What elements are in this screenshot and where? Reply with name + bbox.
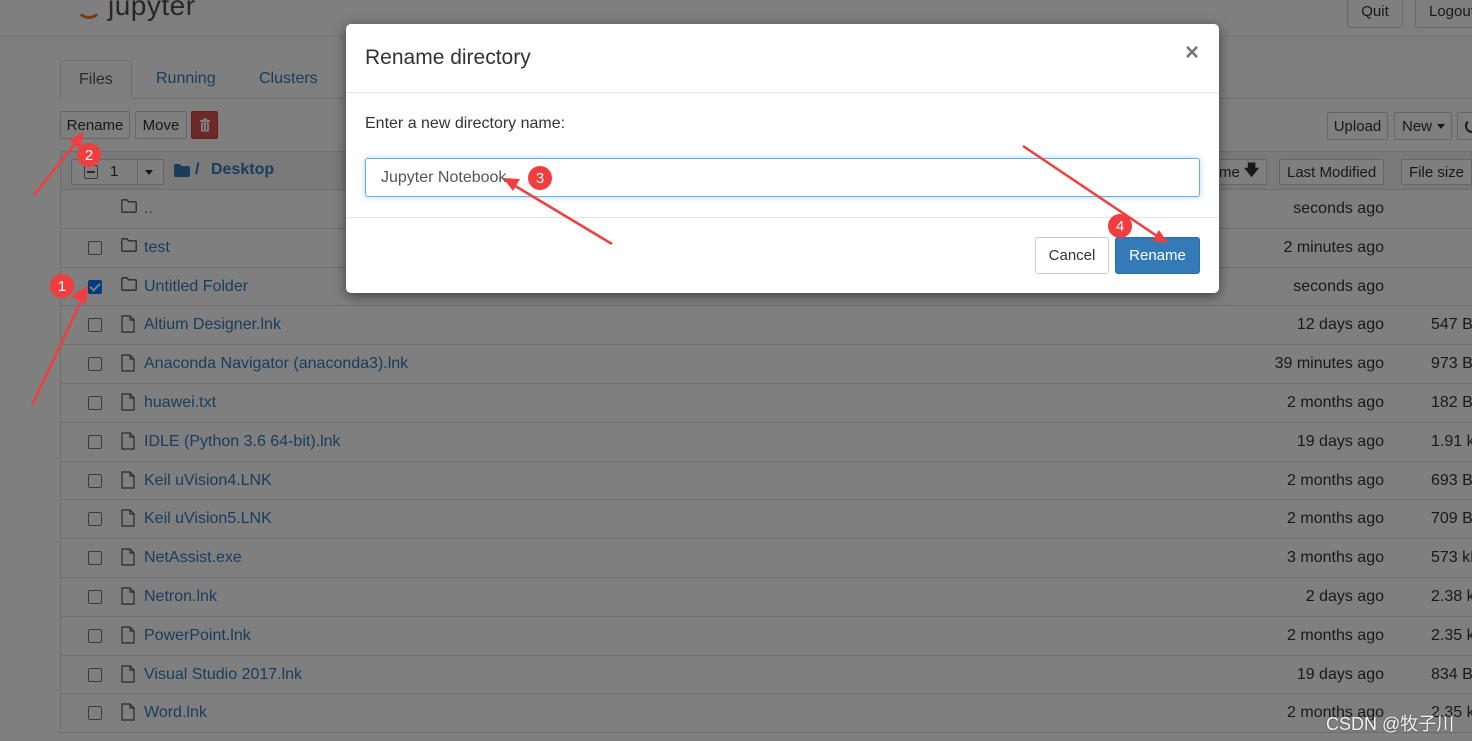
annotation-badge-3: 3 <box>528 166 552 190</box>
watermark: CSDN @牧子川 <box>1326 714 1455 734</box>
dialog-body: Enter a new directory name: <box>346 93 1219 218</box>
dialog-header: Rename directory × <box>346 24 1219 93</box>
directory-name-input[interactable] <box>365 158 1200 197</box>
annotation-badge-4: 4 <box>1108 214 1132 238</box>
rename-directory-dialog: Rename directory × Enter a new directory… <box>346 24 1219 293</box>
dialog-title: Rename directory <box>365 46 531 69</box>
dialog-label: Enter a new directory name: <box>365 115 566 132</box>
annotation-badge-1: 1 <box>50 274 74 298</box>
close-icon[interactable]: × <box>1185 39 1199 67</box>
annotation-badge-2: 2 <box>77 143 101 167</box>
cancel-button[interactable]: Cancel <box>1035 237 1109 274</box>
confirm-rename-button[interactable]: Rename <box>1115 237 1200 274</box>
